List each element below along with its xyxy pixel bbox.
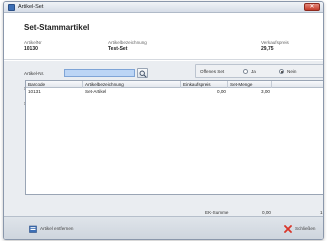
window-close-button[interactable]: ✕	[304, 3, 320, 11]
table-row[interactable]: 10131 Set-Artikel 0,00 3,00	[26, 89, 323, 95]
title-bar[interactable]: Artikel-Set ✕	[4, 2, 323, 13]
header-artnr-value: 10130	[24, 46, 38, 52]
artnr-label: Artikel-Nr.	[24, 71, 45, 76]
item-count-value: 1	[320, 210, 323, 215]
close-button[interactable]: Schließen	[284, 222, 322, 236]
header-verkaufspreis-label: Verkaufspreis	[261, 40, 289, 45]
header-panel: Set-Stammartikel ArtikelNr 10130 Artikel…	[4, 13, 323, 60]
remove-item-icon	[29, 225, 37, 233]
column-header-einkaufspreis[interactable]: Einkaufspreis	[181, 81, 228, 88]
footer-bar: Artikel entfernen Schließen	[4, 216, 323, 239]
offenes-set-ja-label[interactable]: Ja	[251, 69, 256, 74]
column-header-setmenge[interactable]: Set-Menge	[228, 81, 272, 88]
table-header: Barcode Artikelbezeichnung Einkaufspreis…	[26, 81, 323, 88]
remove-article-label: Artikel entfernen	[40, 226, 74, 231]
column-header-artikelbezeichnung[interactable]: Artikelbezeichnung	[83, 81, 181, 88]
artikel-set-window: Artikel-Set ✕ Set-Stammartikel ArtikelNr…	[3, 1, 324, 240]
offenes-set-nein-label[interactable]: Nein	[287, 69, 296, 74]
header-bezeichnung-label: Artikelbezeichnung	[108, 40, 147, 45]
cell-barcode: 10131	[28, 89, 41, 94]
remove-article-button[interactable]: Artikel entfernen	[29, 222, 89, 236]
header-bezeichnung-value: Test-Set	[108, 46, 128, 52]
ek-summe-label: EK-Summe	[205, 210, 229, 215]
window-content: Set-Stammartikel ArtikelNr 10130 Artikel…	[4, 13, 323, 239]
header-artnr-label: ArtikelNr	[24, 40, 42, 45]
set-articles-table[interactable]: Barcode Artikelbezeichnung Einkaufspreis…	[25, 80, 323, 195]
cell-setmenge: 3,00	[261, 89, 270, 94]
window-title: Artikel-Set	[18, 4, 44, 10]
close-label: Schließen	[295, 226, 316, 231]
cell-einkaufspreis: 0,00	[217, 89, 226, 94]
offenes-set-label: Offenes Set	[200, 69, 225, 74]
cell-artikelbezeichnung: Set-Artikel	[85, 89, 107, 94]
magnifier-icon	[139, 70, 147, 78]
header-verkaufspreis-value: 29,75	[261, 46, 274, 52]
artikel-lookup-button[interactable]	[137, 68, 148, 78]
page-title: Set-Stammartikel	[24, 23, 90, 32]
offenes-set-group: Offenes Set Ja Nein	[195, 64, 323, 78]
column-header-barcode[interactable]: Barcode	[26, 81, 83, 88]
offenes-set-ja-radio[interactable]	[243, 69, 248, 74]
app-icon	[8, 4, 15, 11]
artnr-input[interactable]	[64, 69, 135, 77]
offenes-set-nein-radio[interactable]	[279, 69, 284, 74]
ek-summe-value: 0,00	[262, 210, 271, 215]
close-x-icon	[284, 225, 292, 233]
